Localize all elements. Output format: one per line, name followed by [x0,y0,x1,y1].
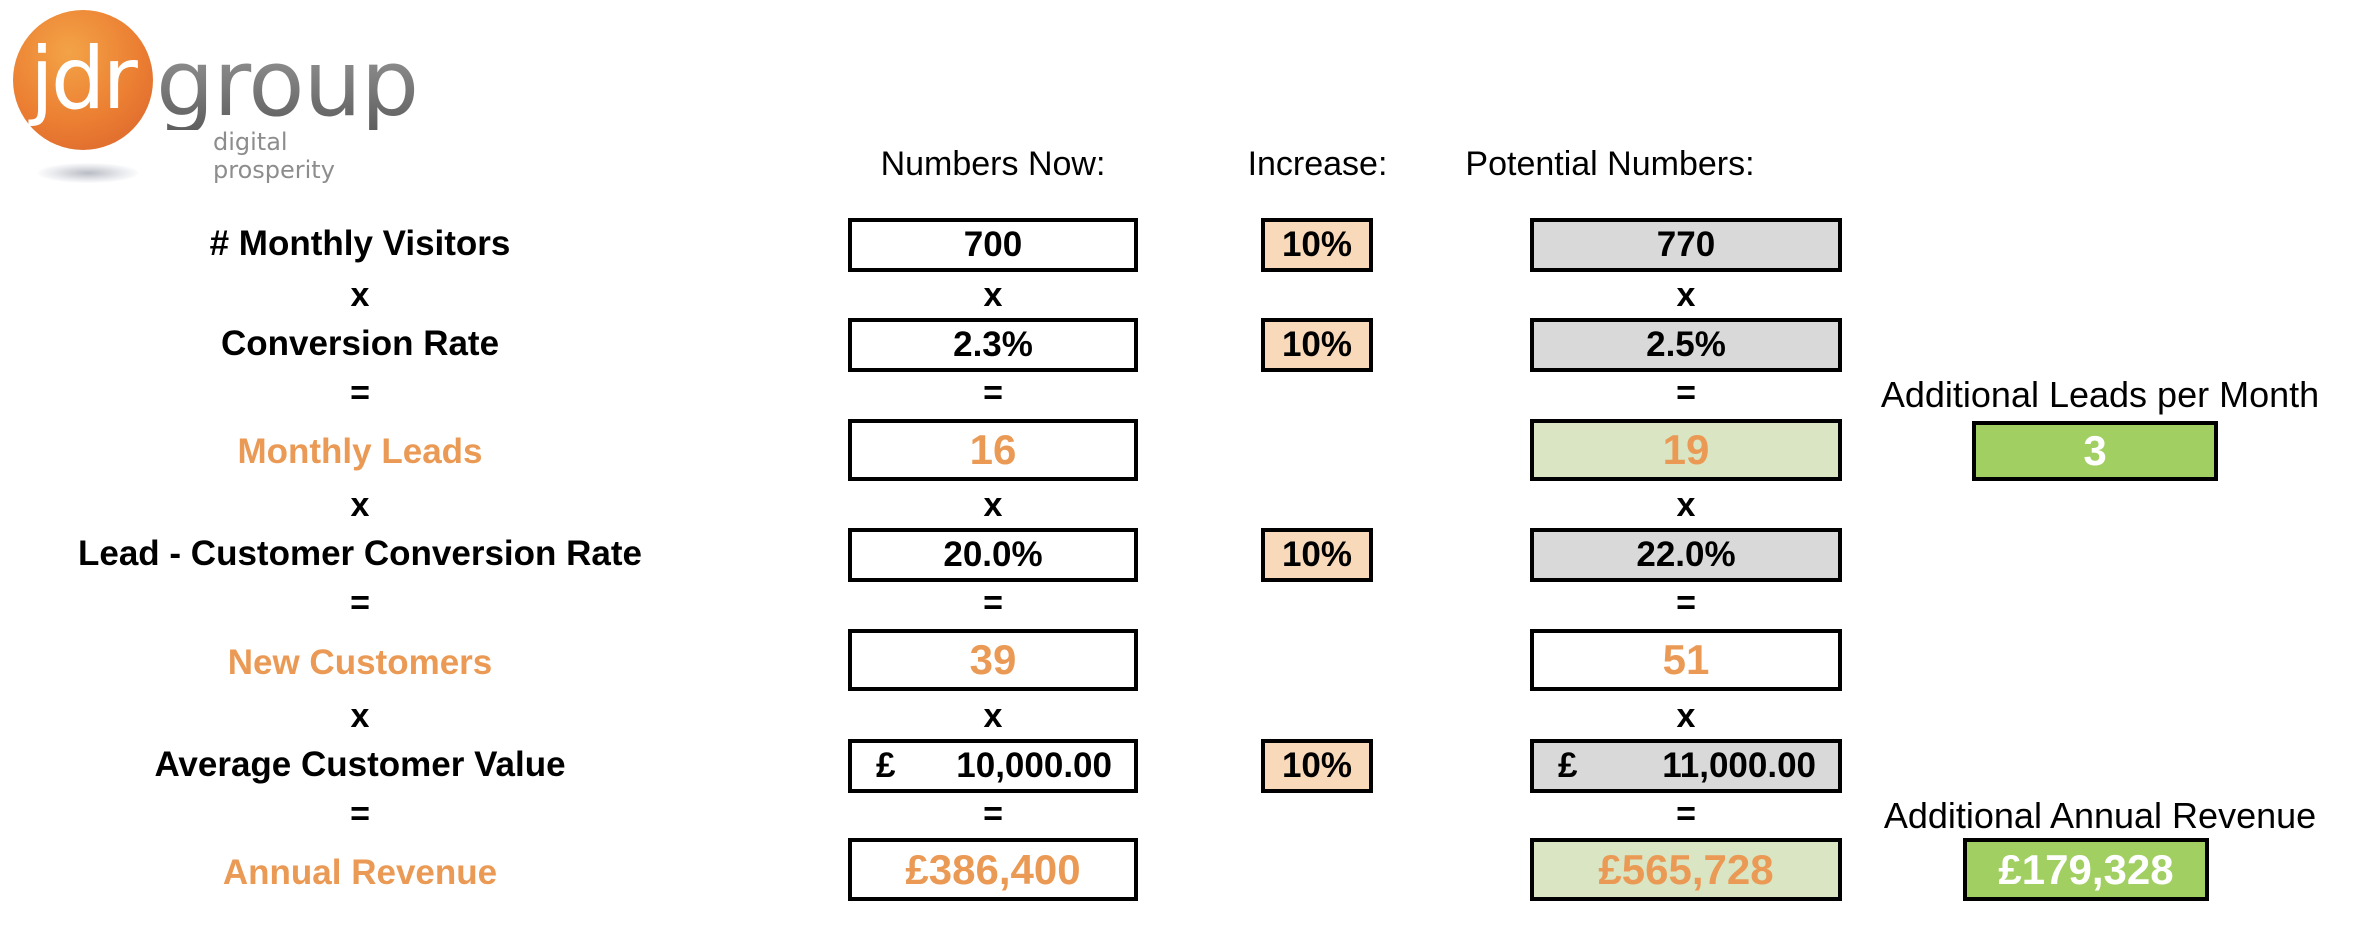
now-lead-conversion-input[interactable]: 20.0% [848,528,1138,582]
op-equals: = [983,795,1003,833]
potential-conversion-rate-value: 2.5% [1530,318,1842,372]
potential-lead-conversion-value: 22.0% [1530,528,1842,582]
additional-leads-value: 3 [1972,421,2218,481]
now-monthly-visitors-input[interactable]: 700 [848,218,1138,272]
now-conversion-rate-input[interactable]: 2.3% [848,318,1138,372]
label-new-customers: New Customers [227,643,493,682]
op-multiply: x [983,276,1003,314]
now-monthly-leads-value: 16 [848,419,1138,481]
header-increase: Increase: [1247,145,1388,183]
logo-tagline: digital prosperity [213,128,335,184]
op-multiply: x [350,276,370,314]
additional-revenue-label: Additional Annual Revenue [1883,795,2317,836]
increase-lead-conversion-input[interactable]: 10% [1261,528,1373,582]
potential-monthly-visitors-value: 770 [1530,218,1842,272]
increase-monthly-visitors-input[interactable]: 10% [1261,218,1373,272]
op-equals: = [983,374,1003,412]
op-equals: = [350,374,370,412]
label-annual-revenue: Annual Revenue [222,853,498,892]
now-new-customers-value: 39 [848,629,1138,691]
op-equals: = [350,795,370,833]
currency-symbol: £ [876,746,896,785]
op-equals: = [1676,584,1696,622]
label-conversion-rate: Conversion Rate [220,324,500,363]
op-multiply: x [983,486,1003,524]
currency-symbol: £ [1558,746,1578,785]
logo-name-text: group [156,30,419,137]
potential-annual-revenue-value: £565,728 [1530,838,1842,901]
op-equals: = [350,584,370,622]
jdr-group-logo: jdr group digital prosperity [8,8,419,184]
increase-conversion-rate-input[interactable]: 10% [1261,318,1373,372]
potential-average-customer-value-amount: 11,000.00 [1662,746,1816,785]
header-numbers-now: Numbers Now: [880,145,1106,183]
additional-revenue-value: £179,328 [1963,838,2209,901]
op-multiply: x [1676,276,1696,314]
op-multiply: x [350,486,370,524]
now-average-customer-value-amount: 10,000.00 [956,746,1112,785]
potential-average-customer-value: £ 11,000.00 [1530,739,1842,793]
op-multiply: x [350,697,370,735]
logo-mark-text: jdr [30,29,138,129]
header-potential-numbers: Potential Numbers: [1465,145,1755,183]
increase-average-customer-value-input[interactable]: 10% [1261,739,1373,793]
label-average-customer-value: Average Customer Value [154,745,566,784]
op-multiply: x [1676,486,1696,524]
op-equals: = [1676,374,1696,412]
potential-monthly-leads-value: 19 [1530,419,1842,481]
additional-leads-label: Additional Leads per Month [1880,374,2320,415]
now-annual-revenue-value: £386,400 [848,838,1138,901]
label-monthly-visitors: # Monthly Visitors [209,224,511,263]
op-equals: = [1676,795,1696,833]
op-equals: = [983,584,1003,622]
op-multiply: x [1676,697,1696,735]
label-lead-customer-conversion-rate: Lead - Customer Conversion Rate [78,534,642,573]
now-average-customer-value-input[interactable]: £ 10,000.00 [848,739,1138,793]
potential-new-customers-value: 51 [1530,629,1842,691]
logo-shadow [38,163,138,183]
op-multiply: x [983,697,1003,735]
label-monthly-leads: Monthly Leads [237,432,483,471]
